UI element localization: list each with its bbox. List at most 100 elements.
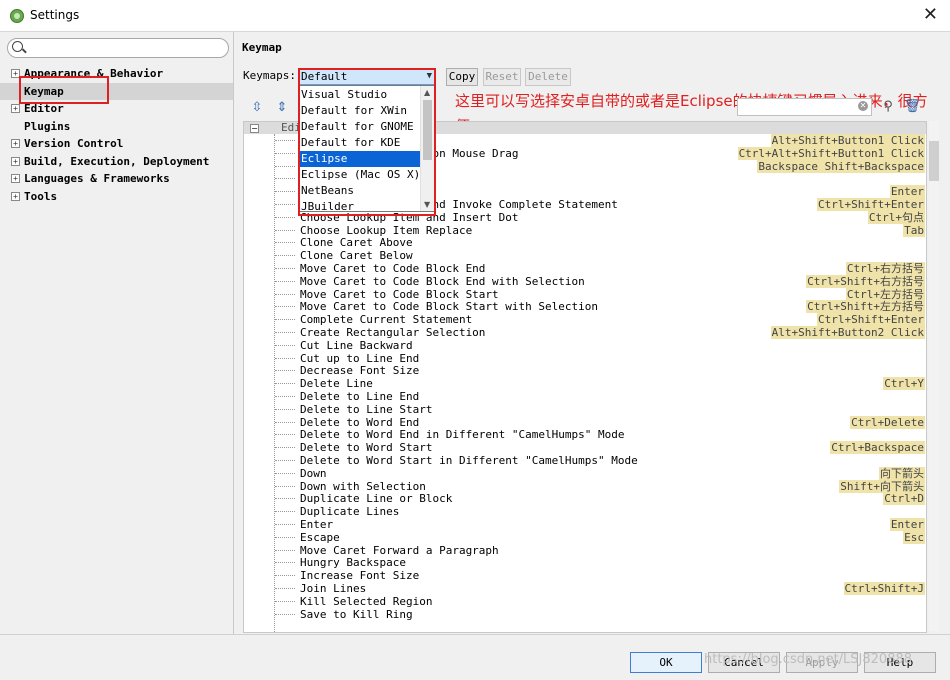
action-row[interactable]: Move Caret to Code Block Start with Sele… [244, 300, 926, 314]
action-row[interactable]: Move Caret to Code Block End with Select… [244, 274, 926, 288]
action-row[interactable]: Clone Caret Below [244, 249, 926, 262]
action-row[interactable]: Decrease Font Size [244, 364, 926, 377]
help-button[interactable]: Help [864, 652, 936, 673]
action-name: Duplicate Line or Block [300, 492, 453, 506]
action-name: Delete Line [300, 377, 373, 391]
copy-button[interactable]: Copy [446, 68, 478, 86]
dropdown-option[interactable]: Default for GNOME [299, 119, 420, 135]
action-name: Cut Line Backward [300, 338, 413, 352]
action-name: Create Rectangular Selection [300, 326, 486, 339]
actions-scrollbar[interactable] [929, 121, 939, 631]
action-name: Increase Font Size [300, 569, 420, 583]
action-row[interactable]: Delete to Word End Ctrl+Delete [244, 415, 926, 429]
action-row[interactable]: Cut Line Backward [244, 339, 926, 352]
expand-icon[interactable]: + [11, 174, 20, 183]
expand-icon[interactable]: + [11, 192, 20, 201]
action-shortcut: Ctrl+左方括号 [845, 287, 925, 301]
keymaps-label: Keymaps: [243, 69, 296, 82]
action-row[interactable]: Create Rectangular Selection Alt+Shift+Bu… [244, 326, 926, 339]
collapse-icon[interactable]: − [250, 124, 259, 133]
action-shortcut: Ctrl+Alt+Shift+Button1 Click [737, 146, 925, 160]
action-row[interactable]: Clone Caret Above [244, 236, 926, 249]
action-row[interactable]: Move Caret to Code Block Start Ctrl+左方括号 [244, 287, 926, 301]
action-row[interactable]: Hungry Backspace [244, 556, 926, 569]
expand-icon[interactable]: + [11, 139, 20, 148]
sidebar-item[interactable]: + Appearance & Behavior [0, 65, 233, 82]
action-name: Escape [300, 530, 340, 544]
sidebar-item[interactable]: + Build, Execution, Deployment [0, 153, 233, 170]
action-shortcut: Alt+Shift+Button1 Click [770, 134, 925, 147]
action-row[interactable]: Increase Font Size [244, 569, 926, 582]
action-row[interactable]: Choose Lookup Item Replace Tab [244, 223, 926, 237]
dropdown-option[interactable]: Default for XWin [299, 103, 420, 119]
scrollbar-thumb[interactable] [929, 141, 939, 181]
scroll-up-icon[interactable]: ▲ [424, 88, 430, 97]
clear-icon[interactable]: ✕ [858, 101, 868, 111]
collapse-all-icon[interactable]: ⇕ [274, 100, 290, 116]
action-name: Delete to Word End [300, 415, 420, 429]
close-icon[interactable]: ✕ [923, 4, 938, 25]
action-row[interactable]: Enter Enter [244, 518, 926, 531]
action-row[interactable]: Delete to Word Start in Different "Camel… [244, 454, 926, 467]
action-row[interactable]: Delete to Line End [244, 390, 926, 403]
sidebar-item[interactable]: + Editor [0, 100, 233, 117]
find-shortcut-icon[interactable]: ⚲ [880, 99, 896, 115]
dropdown-option[interactable]: Eclipse [299, 151, 420, 167]
cancel-button[interactable]: Cancel [708, 652, 780, 673]
dropdown-scroll-thumb[interactable] [423, 100, 432, 160]
dropdown-scrollbar[interactable]: ▲ ▼ [420, 86, 435, 211]
action-row[interactable]: Cut up to Line End [244, 352, 926, 365]
action-row[interactable]: Duplicate Line or Block Ctrl+D [244, 492, 926, 506]
action-row[interactable]: Escape Esc [244, 530, 926, 544]
apply-button[interactable]: Apply [786, 652, 858, 673]
sidebar-item[interactable]: + Version Control [0, 135, 233, 152]
action-row[interactable]: Delete to Line Start [244, 403, 926, 416]
action-row[interactable]: Down 向下箭头 [244, 466, 926, 480]
sidebar-item-label: Keymap [24, 85, 64, 98]
keymap-panel: Keymap Keymaps: Default ▼ Copy Reset Del… [234, 32, 950, 634]
action-name: Enter [300, 518, 334, 531]
reset-button[interactable]: Reset [483, 68, 521, 86]
action-row[interactable]: Kill Selected Region [244, 595, 926, 608]
action-row[interactable]: Join Lines Ctrl+Shift+J [244, 582, 926, 595]
trash-icon[interactable]: 🗑 [904, 99, 921, 115]
action-filter-input[interactable]: ✕ [737, 98, 872, 116]
action-row[interactable]: Move Caret to Code Block End Ctrl+右方括号 [244, 262, 926, 275]
sidebar-item[interactable]: + Languages & Frameworks [0, 170, 233, 187]
action-row[interactable]: Delete Line Ctrl+Y [244, 377, 926, 391]
delete-button[interactable]: Delete [525, 68, 571, 86]
sidebar-item[interactable]: + Tools [0, 188, 233, 205]
action-row[interactable]: Delete to Word End in Different "CamelHu… [244, 428, 926, 441]
expand-all-icon[interactable]: ⇳ [249, 100, 265, 116]
action-row[interactable]: Save to Kill Ring [244, 608, 926, 621]
ok-button[interactable]: OK [630, 652, 702, 673]
action-shortcut: Ctrl+Shift+左方括号 [806, 300, 925, 314]
settings-search-input[interactable] [7, 38, 229, 58]
action-row[interactable]: Down with Selection Shift+向下箭头 [244, 479, 926, 493]
action-name: Delete to Word Start [300, 441, 433, 455]
sidebar-item[interactable]: Plugins [0, 118, 233, 135]
action-row[interactable]: Delete to Word Start Ctrl+Backspace [244, 441, 926, 455]
expand-icon[interactable]: + [11, 157, 20, 166]
dropdown-option[interactable]: Default for KDE [299, 135, 420, 151]
action-row[interactable]: Complete Current Statement Ctrl+Shift+Ent… [244, 313, 926, 327]
dropdown-option[interactable]: JBuilder [299, 199, 420, 211]
tree-branch-line [275, 268, 295, 269]
expand-icon[interactable]: + [11, 69, 20, 78]
tree-branch-line [275, 242, 295, 244]
scroll-down-icon[interactable]: ▼ [424, 200, 430, 209]
dropdown-option[interactable]: Eclipse (Mac OS X) [299, 167, 420, 183]
action-row[interactable]: Choose Lookup Item and Insert Dot Ctrl+句点 [244, 210, 926, 224]
action-row[interactable]: Move Caret Forward a Paragraph [244, 544, 926, 557]
expand-icon[interactable]: + [11, 104, 20, 113]
sidebar-item[interactable]: Keymap [0, 83, 233, 100]
tree-branch-line [275, 344, 295, 346]
dropdown-option[interactable]: NetBeans [299, 183, 420, 199]
sidebar-item-label: Tools [24, 190, 58, 203]
dropdown-option[interactable]: Visual Studio [299, 87, 420, 103]
action-row[interactable]: Duplicate Lines [244, 505, 926, 518]
tree-branch-line [275, 216, 295, 218]
tree-branch-line [275, 447, 295, 449]
keymap-dropdown-list[interactable]: Visual Studio Default for XWin Default for… [298, 85, 436, 212]
keymap-select[interactable]: Default ▼ [298, 68, 436, 85]
